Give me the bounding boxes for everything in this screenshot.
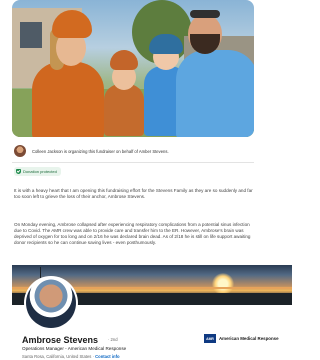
company-name: American Medical Response bbox=[219, 336, 279, 341]
organizer-text: Colleen Jackson is organizing this fundr… bbox=[32, 148, 169, 154]
linkedin-avatar[interactable] bbox=[24, 276, 78, 330]
avatar-photo bbox=[26, 278, 76, 328]
profile-location-line: Santa Rosa, California, United States · … bbox=[22, 354, 120, 359]
shield-check-icon bbox=[16, 169, 21, 174]
divider bbox=[12, 162, 254, 163]
sunset-sun bbox=[212, 273, 234, 295]
profile-headline: Operations Manager - American Medical Re… bbox=[22, 346, 127, 351]
donation-protected-badge[interactable]: Donation protected bbox=[14, 167, 61, 176]
badge-label: Donation protected bbox=[23, 169, 57, 174]
fundraiser-hero-photo bbox=[12, 0, 254, 137]
company-logo-icon: AMR bbox=[204, 334, 216, 343]
woman-owl-hat bbox=[52, 10, 92, 38]
child-orange-hat bbox=[110, 50, 138, 70]
contact-info-link[interactable]: Contact info bbox=[95, 354, 119, 359]
profile-location: Santa Rosa, California, United States bbox=[22, 354, 92, 359]
current-company[interactable]: AMR American Medical Response bbox=[204, 334, 279, 343]
organizer-line: Colleen Jackson is organizing this fundr… bbox=[14, 144, 254, 158]
organizer-avatar[interactable] bbox=[14, 145, 26, 157]
child-blue-hat bbox=[149, 34, 183, 54]
story-paragraph-2: On Monday evening, Ambrose collapsed aft… bbox=[14, 222, 251, 245]
child-orange-costume bbox=[104, 84, 144, 136]
man-blue-costume bbox=[176, 50, 254, 137]
story-paragraph-1: It is with a heavy heart that I am openi… bbox=[14, 188, 253, 199]
sunglasses bbox=[190, 10, 220, 18]
woman-costume bbox=[32, 62, 104, 137]
profile-name: Ambrose Stevens bbox=[22, 335, 99, 345]
connection-degree: · 2nd bbox=[108, 337, 118, 342]
